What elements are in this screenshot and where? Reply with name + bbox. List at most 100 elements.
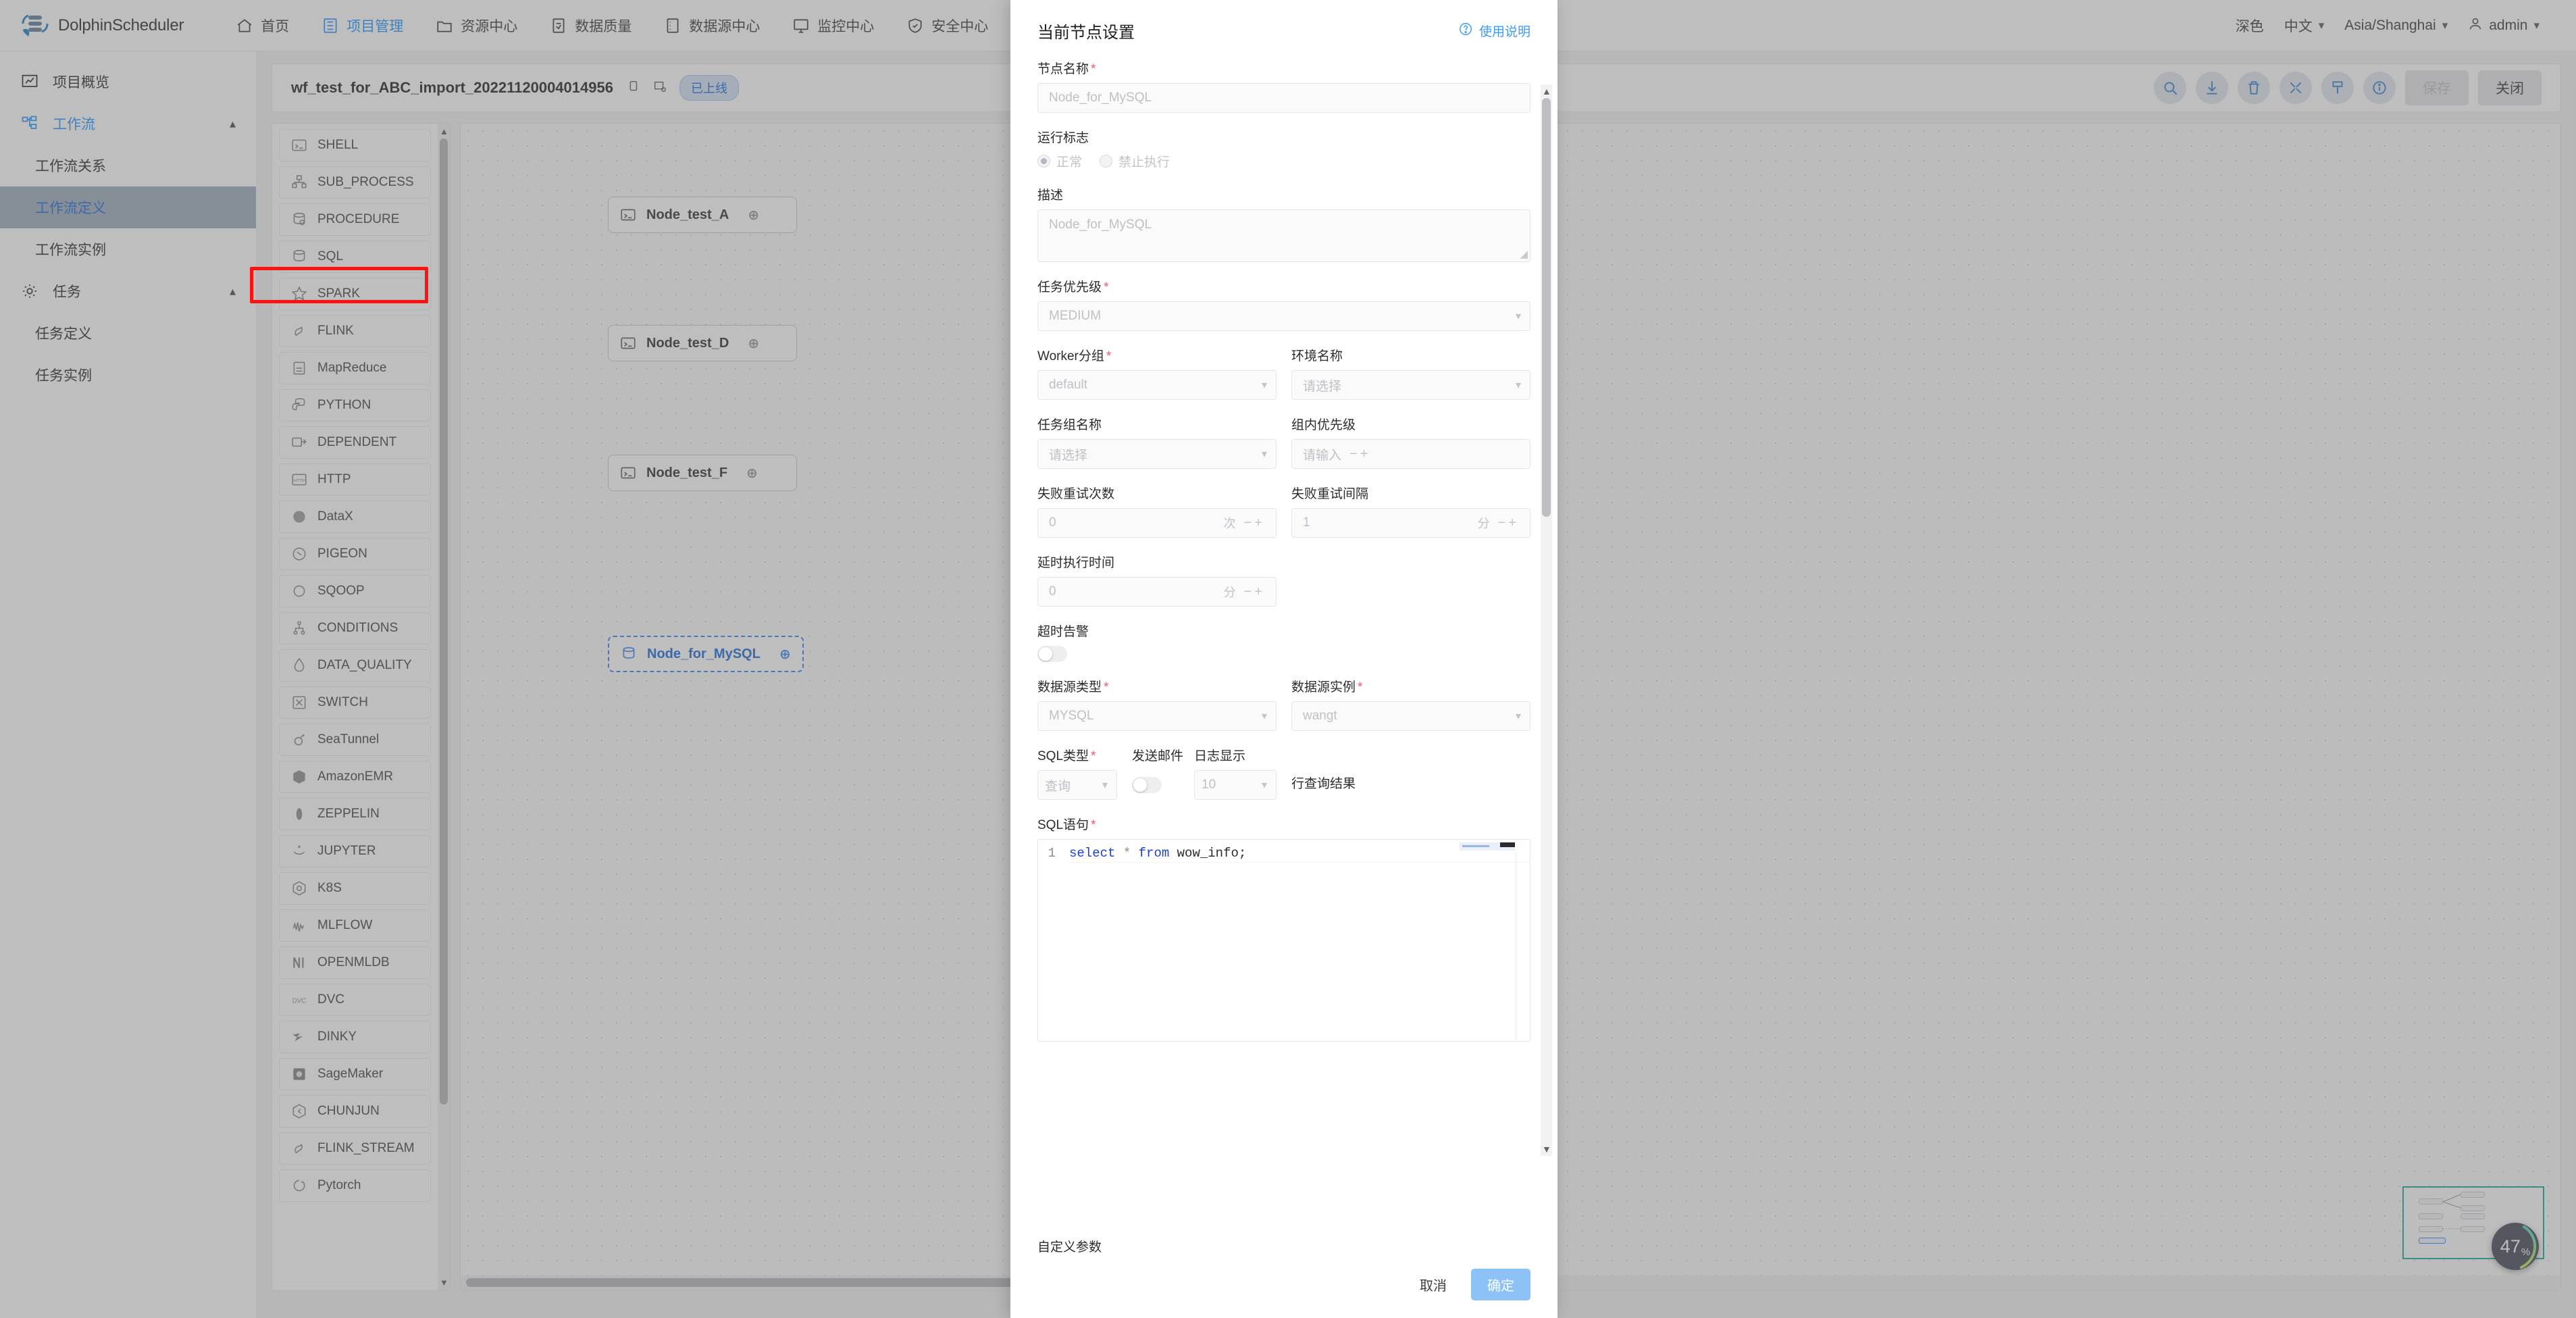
field-log-display: 日志显示 10 ▾ — [1194, 746, 1277, 800]
required-marker: * — [1104, 680, 1109, 694]
field-label: 环境名称 — [1291, 349, 1343, 363]
stepper-unit: 次 — [1223, 517, 1236, 530]
field-label: 组内优先级 — [1291, 418, 1356, 432]
environment-name-select[interactable]: 请选择 ▾ — [1291, 370, 1530, 400]
radio-normal[interactable]: 正常 — [1037, 152, 1082, 170]
field-sql-statement: SQL语句 * 1 select * from wow_info; — [1037, 815, 1530, 1042]
radio-label: 禁止执行 — [1118, 155, 1170, 170]
retry-times-stepper[interactable]: 0 次 −+ — [1037, 508, 1277, 538]
row-worker-environment: Worker分组 * default ▾ 环境名称 请选择 ▾ — [1037, 346, 1530, 415]
field-label: SQL类型 — [1037, 749, 1089, 763]
question-circle-icon — [1458, 22, 1473, 41]
send-email-toggle[interactable] — [1132, 777, 1162, 793]
sql-editor[interactable]: 1 select * from wow_info; — [1037, 839, 1530, 1042]
scroll-up-arrow-icon[interactable]: ▲ — [1542, 86, 1551, 97]
annotation-box-sql-task-type — [250, 267, 428, 303]
chevron-down-icon: ▾ — [1515, 311, 1521, 322]
field-task-priority: 任务优先级 * MEDIUM ▾ — [1037, 277, 1530, 331]
timeout-alarm-toggle[interactable] — [1037, 646, 1067, 662]
stepper-minus-plus-icon[interactable]: −+ — [1244, 515, 1265, 531]
sql-keyword-select: select — [1069, 846, 1116, 861]
field-environment-name: 环境名称 请选择 ▾ — [1291, 346, 1530, 400]
stepper-value: 0 — [1049, 515, 1056, 530]
required-marker: * — [1358, 680, 1363, 694]
required-marker: * — [1104, 280, 1109, 295]
chevron-down-icon: ▾ — [1261, 449, 1267, 460]
field-label: 失败重试次数 — [1037, 487, 1115, 501]
field-label: Worker分组 — [1037, 349, 1104, 363]
sql-keyword-from: from — [1138, 846, 1170, 861]
stepper-value: 0 — [1049, 584, 1056, 599]
row-retry: 失败重试次数 0 次 −+ 失败重试间隔 1 分 −+ — [1037, 484, 1530, 553]
minimap-scroll — [1500, 842, 1515, 847]
worker-group-select[interactable]: default ▾ — [1037, 370, 1277, 400]
required-marker: * — [1106, 349, 1112, 363]
row-sql-type: SQL类型 * 查询 ▾ 发送邮件 日志显示 10 ▾ 行查询结果 — [1037, 746, 1530, 800]
group-priority-stepper[interactable]: 请输入 −+ — [1291, 439, 1530, 469]
editor-line: 1 select * from wow_info; — [1038, 840, 1530, 863]
retry-interval-stepper[interactable]: 1 分 −+ — [1291, 508, 1530, 538]
radio-dot-icon — [1100, 155, 1113, 168]
field-group-priority: 组内优先级 请输入 −+ — [1291, 415, 1530, 469]
cancel-button[interactable]: 取消 — [1410, 1269, 1456, 1300]
chevron-down-icon: ▾ — [1515, 711, 1521, 722]
field-label: SQL语句 — [1037, 818, 1089, 832]
field-datasource-type: 数据源类型 * MYSQL ▾ — [1037, 677, 1277, 731]
field-retry-interval: 失败重试间隔 1 分 −+ — [1291, 484, 1530, 538]
select-value: wangt — [1291, 701, 1530, 731]
sql-table-name: wow_info; — [1177, 846, 1247, 861]
scroll-thumb[interactable] — [1542, 98, 1551, 517]
log-display-select[interactable]: 10 ▾ — [1194, 770, 1277, 800]
stepper-minus-plus-icon[interactable]: −+ — [1498, 515, 1519, 531]
field-sql-type: SQL类型 * 查询 ▾ — [1037, 746, 1117, 800]
stepper-placeholder: 请输入 — [1303, 448, 1342, 463]
chevron-down-icon: ▾ — [1515, 380, 1521, 391]
field-label: 任务优先级 — [1037, 280, 1102, 295]
delay-time-stepper[interactable]: 0 分 −+ — [1037, 577, 1277, 607]
field-worker-group: Worker分组 * default ▾ — [1037, 346, 1277, 400]
modal-title: 当前节点设置 — [1037, 24, 1135, 42]
radio-forbidden[interactable]: 禁止执行 — [1100, 152, 1170, 170]
field-description: 描述 Node_for_MySQL ◢ — [1037, 185, 1530, 262]
field-timeout-alarm: 超时告警 — [1037, 622, 1530, 662]
radio-label: 正常 — [1056, 155, 1083, 170]
node-name-input[interactable]: Node_for_MySQL — [1037, 83, 1530, 113]
required-marker: * — [1091, 749, 1096, 763]
sql-operator-star: * — [1123, 846, 1131, 861]
stepper-minus-plus-icon[interactable]: −+ — [1244, 584, 1265, 600]
description-placeholder: Node_for_MySQL — [1049, 218, 1152, 232]
datasource-type-select[interactable]: MYSQL ▾ — [1037, 701, 1277, 731]
field-task-group-name: 任务组名称 请选择 ▾ — [1037, 415, 1277, 469]
chevron-down-icon: ▾ — [1102, 780, 1108, 791]
stepper-minus-plus-icon[interactable]: −+ — [1349, 447, 1370, 462]
minimap-line — [1462, 845, 1489, 847]
line-number: 1 — [1048, 846, 1056, 861]
chevron-down-icon: ▾ — [1261, 380, 1267, 391]
required-marker: * — [1091, 62, 1096, 76]
select-placeholder: 请选择 — [1037, 439, 1277, 469]
task-priority-select[interactable]: MEDIUM ▾ — [1037, 301, 1530, 331]
confirm-button[interactable]: 确定 — [1471, 1269, 1530, 1300]
run-flag-radio-group: 正常 禁止执行 — [1037, 152, 1530, 170]
scroll-down-arrow-icon[interactable]: ▼ — [1542, 1144, 1551, 1155]
field-label: 失败重试间隔 — [1291, 487, 1369, 501]
required-marker: * — [1091, 818, 1096, 832]
field-label: 数据源实例 — [1291, 680, 1356, 694]
help-label: 使用说明 — [1478, 25, 1530, 39]
field-label: 任务组名称 — [1037, 418, 1102, 432]
field-send-email: 发送邮件 — [1132, 749, 1183, 800]
stepper-unit: 分 — [1223, 586, 1236, 599]
datasource-instance-select[interactable]: wangt ▾ — [1291, 701, 1530, 731]
usage-instructions-link[interactable]: 使用说明 — [1458, 22, 1530, 41]
select-value: default — [1037, 370, 1277, 400]
select-value: MYSQL — [1037, 701, 1277, 731]
editor-minimap — [1460, 842, 1515, 851]
select-placeholder: 请选择 — [1291, 370, 1530, 400]
resize-grip-icon[interactable]: ◢ — [1520, 248, 1528, 260]
field-label: 节点名称 — [1037, 62, 1089, 76]
select-value: MEDIUM — [1037, 301, 1530, 331]
description-textarea[interactable]: Node_for_MySQL ◢ — [1037, 209, 1530, 262]
sql-type-select[interactable]: 查询 ▾ — [1037, 770, 1117, 800]
task-group-name-select[interactable]: 请选择 ▾ — [1037, 439, 1277, 469]
modal-scrollbar[interactable]: ▲ ▼ — [1541, 84, 1552, 1156]
